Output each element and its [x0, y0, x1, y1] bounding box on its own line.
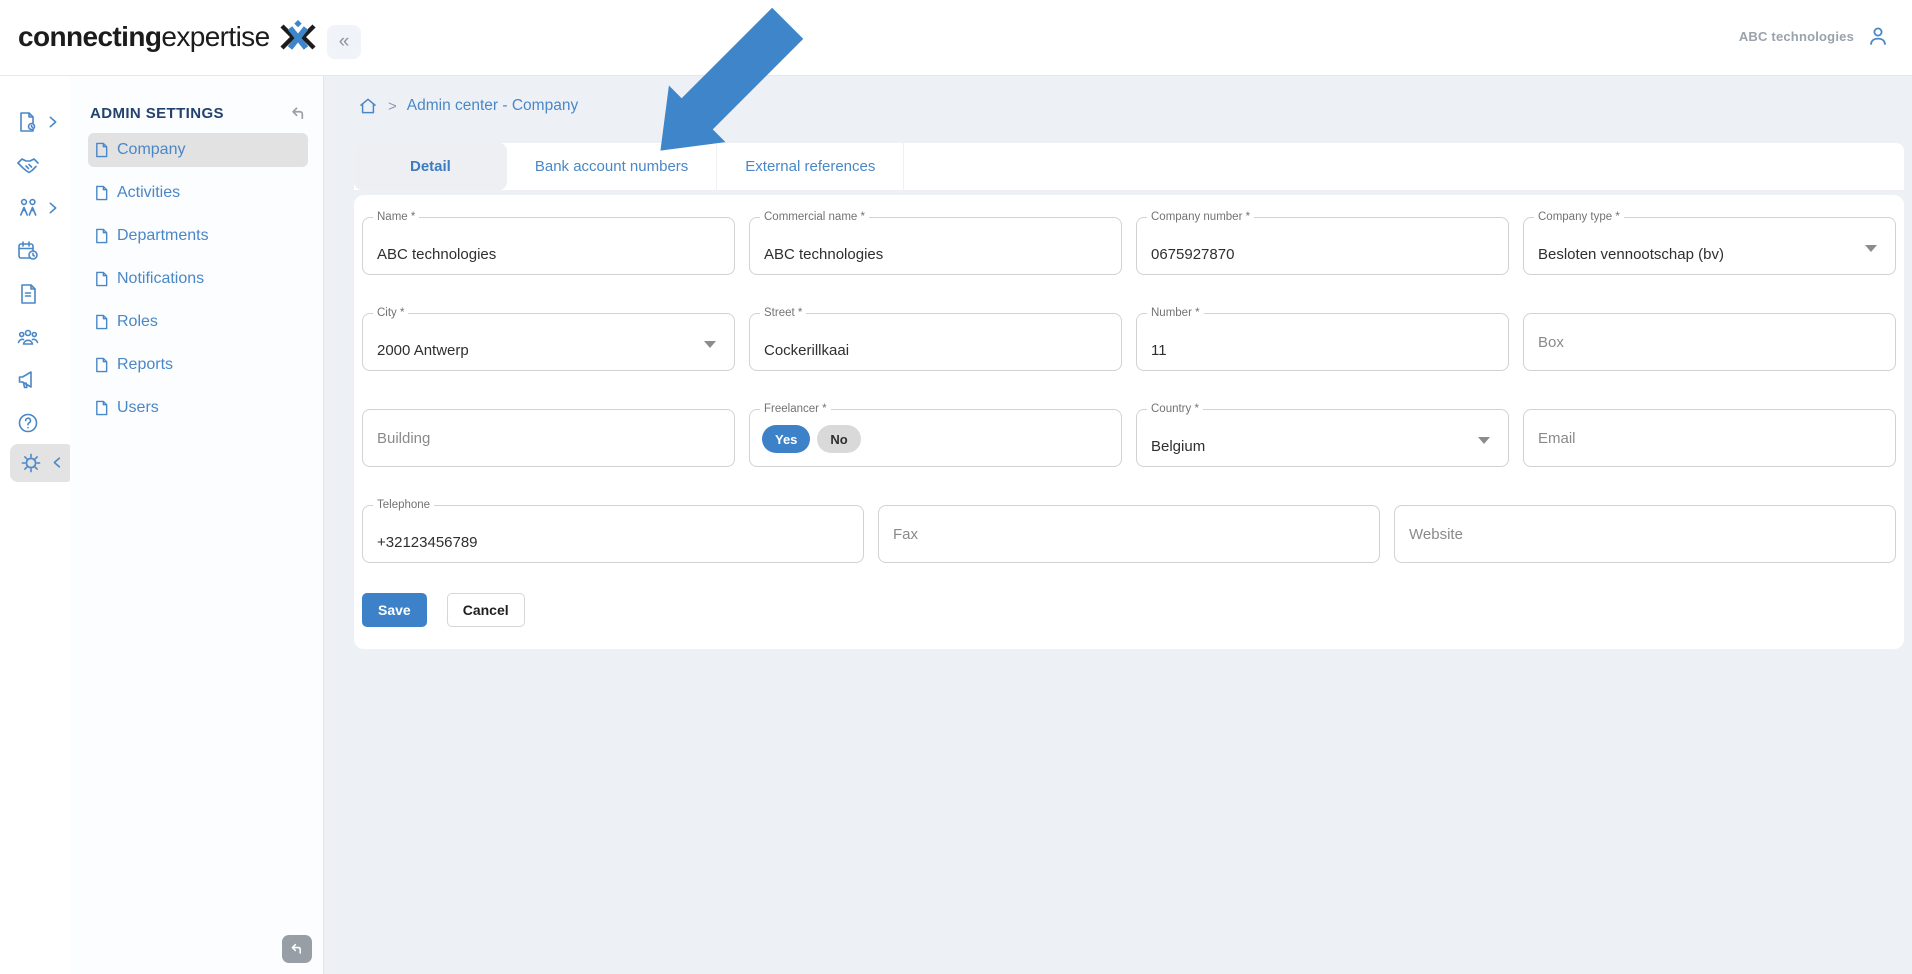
company-number-input[interactable]: [1137, 218, 1508, 274]
sidebar-main-divider: [323, 0, 324, 974]
megaphone-icon: [16, 368, 40, 392]
rail-item-calendar[interactable]: [0, 239, 70, 263]
breadcrumb: > Admin center - Company: [358, 96, 1912, 116]
breadcrumb-current[interactable]: Admin center - Company: [407, 97, 578, 115]
freelancer-yes-toggle[interactable]: Yes: [762, 425, 810, 453]
building-field: [362, 409, 735, 467]
commercial-name-input[interactable]: [750, 218, 1121, 274]
rail-item-announcements[interactable]: [0, 368, 70, 392]
return-arrow-icon: [289, 941, 305, 957]
icon-rail: [0, 76, 70, 974]
app-logo: connectingexpertise: [18, 20, 316, 54]
street-field: Street *: [749, 313, 1122, 371]
number-field: Number *: [1136, 313, 1509, 371]
street-input[interactable]: [750, 314, 1121, 370]
help-icon: [16, 411, 40, 435]
city-field: City *: [362, 313, 735, 371]
page-icon: [94, 185, 109, 201]
home-icon[interactable]: [358, 96, 378, 116]
sidebar-item-users[interactable]: Users: [88, 391, 308, 425]
sidebar-title: ADMIN SETTINGS: [90, 105, 224, 122]
page-icon: [94, 271, 109, 287]
fax-input[interactable]: [879, 506, 1379, 562]
company-type-field: Company type *: [1523, 217, 1896, 275]
main-content: > Admin center - Company Detail Bank acc…: [324, 76, 1912, 974]
logo-text: connectingexpertise: [18, 21, 270, 53]
document-icon: [16, 282, 40, 306]
telephone-field: Telephone: [362, 505, 864, 563]
sidebar-item-company[interactable]: Company: [88, 133, 308, 167]
name-field: Name *: [362, 217, 735, 275]
rail-item-groups[interactable]: [0, 325, 70, 349]
settings-active-highlight: [10, 444, 74, 482]
cancel-button[interactable]: Cancel: [447, 593, 525, 627]
breadcrumb-separator: >: [388, 98, 397, 115]
sidebar-item-departments[interactable]: Departments: [88, 219, 308, 253]
sidebar-collapse-button[interactable]: «: [327, 25, 361, 59]
admin-sidebar: ADMIN SETTINGS Company Activities Depart…: [70, 76, 324, 974]
rail-item-documents2[interactable]: [0, 282, 70, 306]
number-input[interactable]: [1137, 314, 1508, 370]
people-pair-icon: [16, 196, 40, 220]
sidebar-item-notifications[interactable]: Notifications: [88, 262, 308, 296]
sidebar-item-reports[interactable]: Reports: [88, 348, 308, 382]
sidebar-item-roles[interactable]: Roles: [88, 305, 308, 339]
box-input[interactable]: [1524, 314, 1895, 370]
tab-bank-account-numbers[interactable]: Bank account numbers: [507, 143, 717, 190]
page-icon: [94, 357, 109, 373]
box-field: [1523, 313, 1896, 371]
sidebar-item-activities[interactable]: Activities: [88, 176, 308, 210]
page-icon: [94, 314, 109, 330]
rail-item-help[interactable]: [0, 411, 70, 435]
rail-item-documents[interactable]: [0, 110, 70, 134]
sidebar-items: Company Activities Departments Notificat…: [70, 133, 324, 425]
company-type-select[interactable]: [1524, 218, 1895, 274]
name-input[interactable]: [363, 218, 734, 274]
rail-item-settings[interactable]: [0, 454, 70, 478]
website-input[interactable]: [1395, 506, 1895, 562]
document-pending-icon: [16, 110, 40, 134]
calendar-clock-icon: [16, 239, 40, 263]
sidebar-back-button[interactable]: [282, 935, 312, 963]
rail-item-partners[interactable]: [0, 153, 70, 177]
user-group-icon: [16, 325, 40, 349]
return-arrow-icon[interactable]: [289, 104, 308, 123]
handshake-icon: [16, 153, 40, 177]
top-header: connectingexpertise « ABC technologies: [0, 0, 1912, 76]
app-root: connectingexpertise « ABC technologies: [0, 0, 1912, 974]
chevron-right-icon: [45, 114, 61, 130]
email-field: [1523, 409, 1896, 467]
website-field: [1394, 505, 1896, 563]
country-select[interactable]: [1137, 410, 1508, 466]
freelancer-no-toggle[interactable]: No: [817, 425, 860, 453]
commercial-name-field: Commercial name *: [749, 217, 1122, 275]
tab-bar: Detail Bank account numbers External ref…: [354, 143, 1904, 190]
save-button[interactable]: Save: [362, 593, 427, 627]
page-icon: [94, 228, 109, 244]
freelancer-field: Freelancer * Yes No: [749, 409, 1122, 467]
settings-icon: [19, 451, 43, 475]
company-number-field: Company number *: [1136, 217, 1509, 275]
building-input[interactable]: [363, 410, 734, 466]
fax-field: [878, 505, 1380, 563]
company-detail-form: Name * Commercial name * Company number …: [354, 195, 1904, 649]
rail-item-people[interactable]: [0, 196, 70, 220]
tab-external-references[interactable]: External references: [717, 143, 904, 190]
tab-detail[interactable]: Detail: [354, 143, 507, 190]
country-field: Country *: [1136, 409, 1509, 467]
chevron-left-icon: [50, 455, 65, 470]
telephone-input[interactable]: [363, 506, 863, 562]
header-user-area: ABC technologies: [1739, 24, 1890, 48]
page-icon: [94, 142, 109, 158]
logo-x-icon: [280, 20, 316, 54]
email-input[interactable]: [1524, 410, 1895, 466]
city-select[interactable]: [363, 314, 734, 370]
page-icon: [94, 400, 109, 416]
chevron-right-icon: [45, 200, 61, 216]
user-profile-icon[interactable]: [1866, 24, 1890, 48]
current-company-label: ABC technologies: [1739, 29, 1854, 44]
